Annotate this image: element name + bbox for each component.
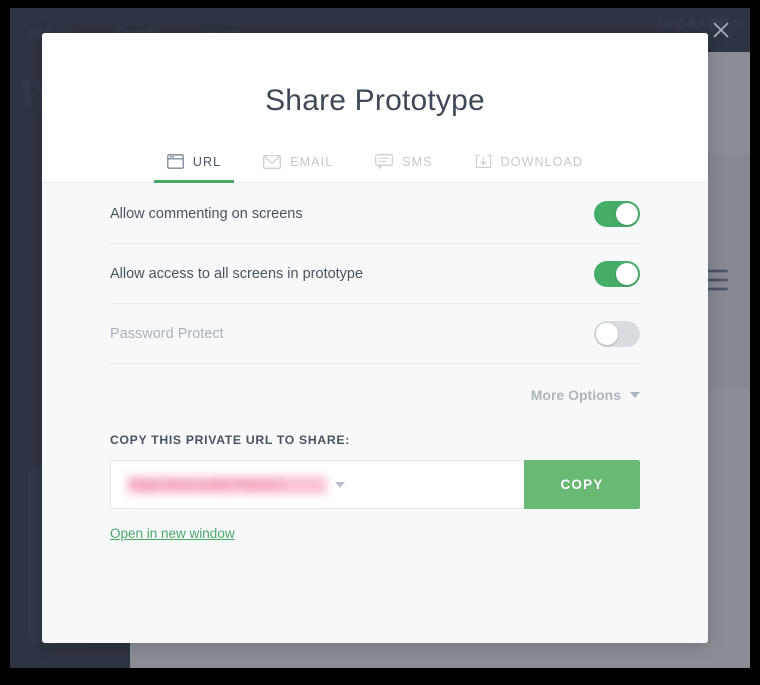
more-options-button[interactable]: More Options — [110, 364, 640, 426]
url-section: COPY THIS PRIVATE URL TO SHARE: https://… — [110, 426, 640, 543]
option-row-commenting: Allow commenting on screens — [110, 183, 640, 244]
share-url-value: https://invis.io/N27P6ZZZJ — [127, 475, 327, 494]
url-row: https://invis.io/N27P6ZZZJ COPY — [110, 460, 640, 509]
option-row-password-protect: Password Protect — [110, 304, 640, 364]
download-icon — [475, 154, 492, 169]
modal-tabs: URL EMAIL SMS DOWNLOAD — [42, 154, 708, 183]
tab-sms[interactable]: SMS — [354, 154, 453, 182]
share-prototype-modal: Share Prototype URL EMAIL SMS DOWNLOAD A… — [42, 33, 708, 643]
toggle-knob — [596, 322, 618, 345]
option-label-all-screens: Allow access to all screens in prototype — [110, 265, 364, 282]
tab-download-label: DOWNLOAD — [500, 154, 584, 169]
tab-url-label: URL — [192, 154, 222, 169]
page-title: Share Prototype — [265, 84, 485, 117]
option-row-all-screens: Allow access to all screens in prototype — [110, 244, 640, 304]
modal-header: Share Prototype URL EMAIL SMS DOWNLOAD — [42, 33, 708, 183]
chevron-down-icon[interactable] — [335, 481, 345, 488]
open-in-new-window-link[interactable]: Open in new window — [110, 526, 235, 541]
toggle-allow-all-screens[interactable] — [594, 260, 640, 287]
modal-body: Allow commenting on screens Allow access… — [42, 183, 708, 543]
url-section-label: COPY THIS PRIVATE URL TO SHARE: — [110, 433, 350, 447]
chevron-down-icon — [630, 392, 640, 398]
option-label-password-protect: Password Protect — [110, 325, 224, 342]
option-label-commenting: Allow commenting on screens — [110, 205, 303, 222]
toggle-knob — [616, 262, 638, 285]
envelope-icon — [263, 154, 282, 169]
toggle-knob — [616, 202, 638, 225]
browser-window-icon — [167, 154, 184, 169]
tab-url[interactable]: URL — [146, 154, 242, 183]
copy-button[interactable]: COPY — [524, 460, 640, 509]
toggle-allow-commenting[interactable] — [594, 200, 640, 227]
tab-active-indicator — [153, 180, 235, 183]
tab-sms-label: SMS — [402, 154, 433, 169]
tab-email[interactable]: EMAIL — [242, 154, 354, 182]
share-url-input[interactable]: https://invis.io/N27P6ZZZJ — [110, 460, 524, 509]
app-root: Activity People Learn UPGRADE N typ Shar… — [0, 0, 760, 685]
toggle-password-protect[interactable] — [594, 320, 640, 347]
tab-email-label: EMAIL — [290, 154, 334, 169]
close-icon[interactable] — [708, 17, 734, 43]
speech-bubble-icon — [375, 154, 394, 169]
more-options-label: More Options — [530, 387, 621, 403]
tab-download[interactable]: DOWNLOAD — [454, 154, 604, 182]
